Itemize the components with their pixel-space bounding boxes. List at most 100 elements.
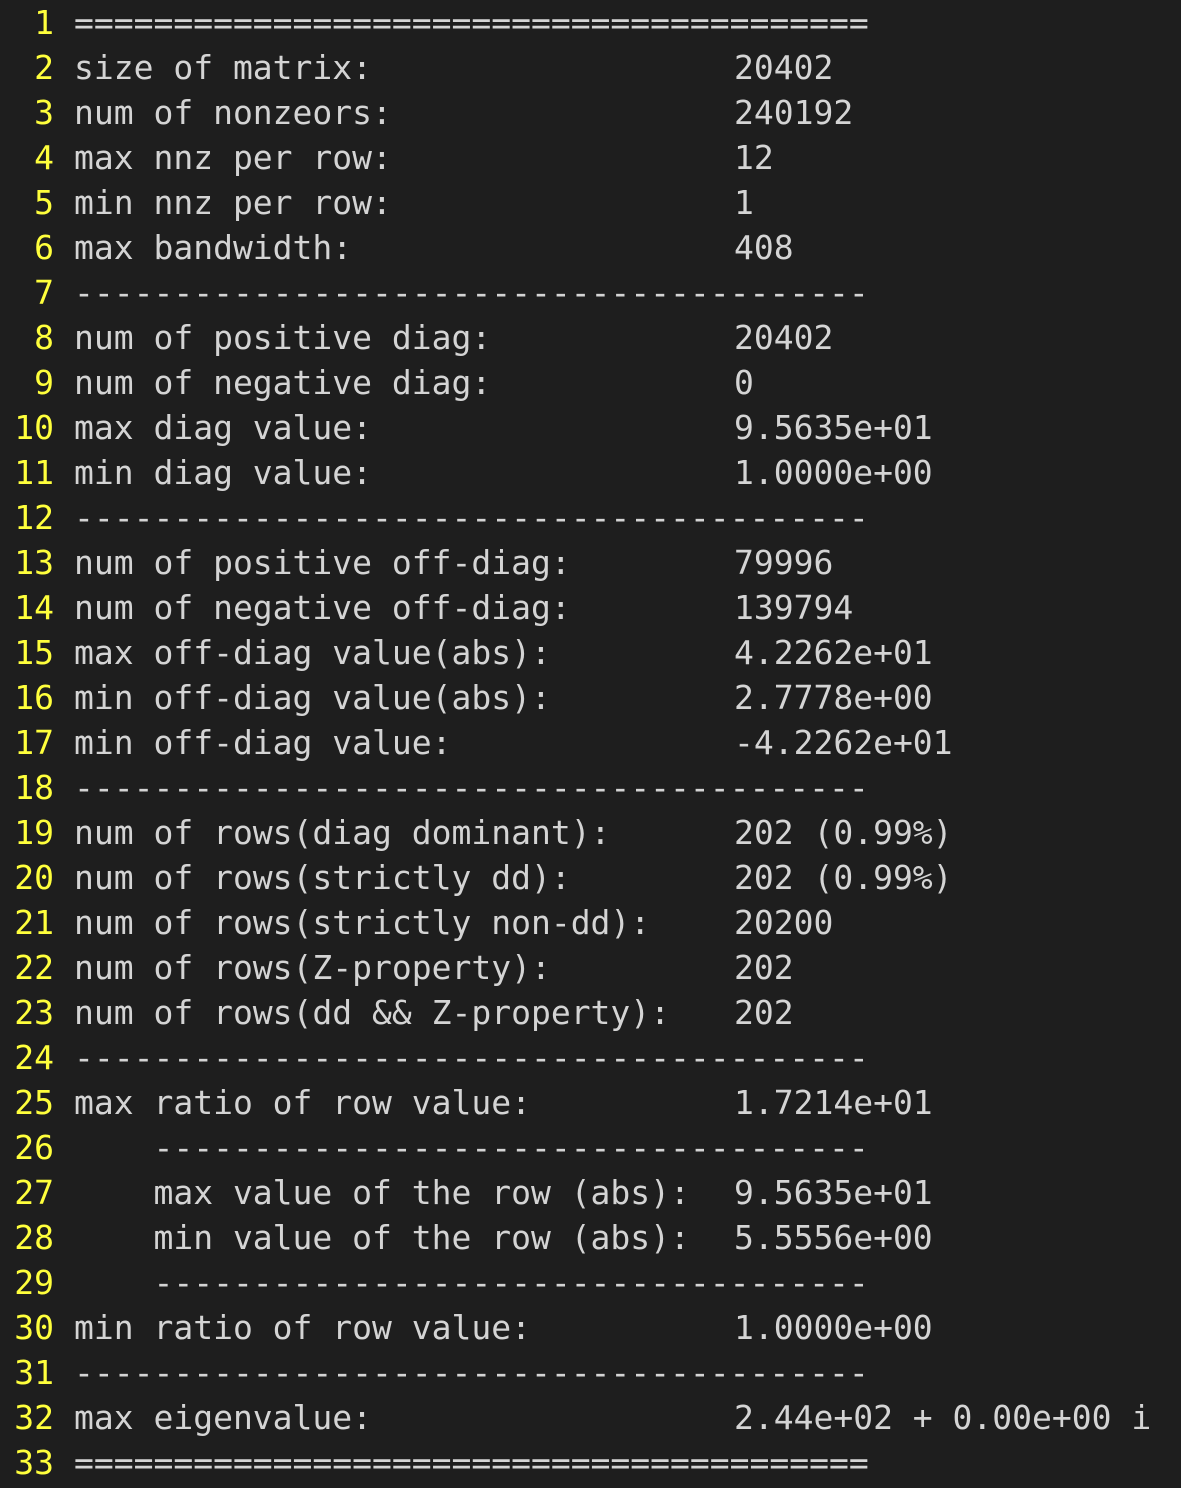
line-number: 15 xyxy=(14,633,54,672)
line-label: min nnz per row: xyxy=(74,183,392,222)
line-value: 139794 xyxy=(734,588,854,627)
line-number: 6 xyxy=(34,228,54,267)
line-number: 23 xyxy=(14,993,54,1032)
editor-line[interactable]: 1 =======================================… xyxy=(0,0,1181,45)
editor-line[interactable]: 27 max value of the row (abs): 9.5635e+01 xyxy=(0,1170,1181,1215)
line-number: 30 xyxy=(14,1308,54,1347)
line-value: 5.5556e+00 xyxy=(734,1218,933,1257)
editor-line[interactable]: 22 num of rows(Z-property): 202 xyxy=(0,945,1181,990)
editor-line[interactable]: 11 min diag value: 1.0000e+00 xyxy=(0,450,1181,495)
line-label: num of rows(strictly dd): xyxy=(74,858,571,897)
line-label: ------------------------------------ xyxy=(74,1128,869,1167)
line-number: 18 xyxy=(14,768,54,807)
line-label: min value of the row (abs): xyxy=(74,1218,690,1257)
editor-line[interactable]: 19 num of rows(diag dominant): 202 (0.99%) xyxy=(0,810,1181,855)
line-label: ---------------------------------------- xyxy=(74,273,869,312)
line-value: 202 (0.99%) xyxy=(734,813,953,852)
line-label: num of positive diag: xyxy=(74,318,492,357)
editor-line[interactable]: 9 num of negative diag: 0 xyxy=(0,360,1181,405)
line-label: num of positive off-diag: xyxy=(74,543,571,582)
line-number: 3 xyxy=(34,93,54,132)
editor-line[interactable]: 30 min ratio of row value: 1.0000e+00 xyxy=(0,1305,1181,1350)
line-number: 32 xyxy=(14,1398,54,1437)
line-number: 20 xyxy=(14,858,54,897)
editor-line[interactable]: 12 --------------------------------------… xyxy=(0,495,1181,540)
line-value: 12 xyxy=(734,138,774,177)
editor-line[interactable]: 20 num of rows(strictly dd): 202 (0.99%) xyxy=(0,855,1181,900)
line-value: 1.0000e+00 xyxy=(734,1308,933,1347)
line-label: min ratio of row value: xyxy=(74,1308,531,1347)
line-label: ---------------------------------------- xyxy=(74,498,869,537)
line-value: 202 xyxy=(734,993,794,1032)
editor-line[interactable]: 29 ------------------------------------ xyxy=(0,1260,1181,1305)
line-value: 1 xyxy=(734,183,754,222)
editor-line[interactable]: 10 max diag value: 9.5635e+01 xyxy=(0,405,1181,450)
line-label: min off-diag value(abs): xyxy=(74,678,551,717)
line-label: max ratio of row value: xyxy=(74,1083,531,1122)
line-label: num of rows(diag dominant): xyxy=(74,813,611,852)
editor-line[interactable]: 24 --------------------------------------… xyxy=(0,1035,1181,1080)
line-value: 408 xyxy=(734,228,794,267)
line-value: 9.5635e+01 xyxy=(734,1173,933,1212)
line-number: 11 xyxy=(14,453,54,492)
editor-line[interactable]: 7 ---------------------------------------… xyxy=(0,270,1181,315)
editor-line[interactable]: 18 --------------------------------------… xyxy=(0,765,1181,810)
line-label: max off-diag value(abs): xyxy=(74,633,551,672)
line-number: 24 xyxy=(14,1038,54,1077)
text-editor[interactable]: 1 =======================================… xyxy=(0,0,1181,1488)
line-label: ---------------------------------------- xyxy=(74,768,869,807)
editor-line[interactable]: 13 num of positive off-diag: 79996 xyxy=(0,540,1181,585)
line-number: 27 xyxy=(14,1173,54,1212)
editor-line[interactable]: 8 num of positive diag: 20402 xyxy=(0,315,1181,360)
line-value: -4.2262e+01 xyxy=(734,723,953,762)
line-label: max diag value: xyxy=(74,408,373,447)
line-number: 19 xyxy=(14,813,54,852)
line-number: 26 xyxy=(14,1128,54,1167)
editor-line[interactable]: 31 --------------------------------------… xyxy=(0,1350,1181,1395)
line-value: 202 xyxy=(734,948,794,987)
line-label: min diag value: xyxy=(74,453,373,492)
editor-line[interactable]: 6 max bandwidth: 408 xyxy=(0,225,1181,270)
editor-line[interactable]: 16 min off-diag value(abs): 2.7778e+00 xyxy=(0,675,1181,720)
line-label: ======================================== xyxy=(74,1443,869,1482)
line-label: num of rows(strictly non-dd): xyxy=(74,903,651,942)
line-label: ---------------------------------------- xyxy=(74,1038,869,1077)
line-number: 14 xyxy=(14,588,54,627)
line-label: min off-diag value: xyxy=(74,723,452,762)
editor-line[interactable]: 23 num of rows(dd && Z-property): 202 xyxy=(0,990,1181,1035)
line-value: 4.2262e+01 xyxy=(734,633,933,672)
line-value: 0 xyxy=(734,363,754,402)
line-number: 5 xyxy=(34,183,54,222)
editor-line[interactable]: 32 max eigenvalue: 2.44e+02 + 0.00e+00 i xyxy=(0,1395,1181,1440)
line-number: 4 xyxy=(34,138,54,177)
editor-line[interactable]: 14 num of negative off-diag: 139794 xyxy=(0,585,1181,630)
line-label: size of matrix: xyxy=(74,48,373,87)
line-label: num of rows(dd && Z-property): xyxy=(74,993,671,1032)
line-value: 1.7214e+01 xyxy=(734,1083,933,1122)
line-value: 202 (0.99%) xyxy=(734,858,953,897)
line-value: 2.44e+02 + 0.00e+00 i xyxy=(734,1398,1152,1437)
editor-line[interactable]: 4 max nnz per row: 12 xyxy=(0,135,1181,180)
editor-line[interactable]: 25 max ratio of row value: 1.7214e+01 xyxy=(0,1080,1181,1125)
editor-line[interactable]: 28 min value of the row (abs): 5.5556e+00 xyxy=(0,1215,1181,1260)
editor-line[interactable]: 5 min nnz per row: 1 xyxy=(0,180,1181,225)
line-value: 20402 xyxy=(734,48,834,87)
editor-line[interactable]: 21 num of rows(strictly non-dd): 20200 xyxy=(0,900,1181,945)
line-label: ------------------------------------ xyxy=(74,1263,869,1302)
line-number: 12 xyxy=(14,498,54,537)
editor-line[interactable]: 3 num of nonzeors: 240192 xyxy=(0,90,1181,135)
editor-line[interactable]: 26 ------------------------------------ xyxy=(0,1125,1181,1170)
line-label: max bandwidth: xyxy=(74,228,353,267)
line-value: 20200 xyxy=(734,903,834,942)
editor-line[interactable]: 15 max off-diag value(abs): 4.2262e+01 xyxy=(0,630,1181,675)
line-number: 8 xyxy=(34,318,54,357)
editor-line[interactable]: 2 size of matrix: 20402 xyxy=(0,45,1181,90)
line-label: num of negative diag: xyxy=(74,363,492,402)
editor-line[interactable]: 33 ======================================… xyxy=(0,1440,1181,1485)
editor-line[interactable]: 17 min off-diag value: -4.2262e+01 xyxy=(0,720,1181,765)
line-number: 9 xyxy=(34,363,54,402)
line-label: num of negative off-diag: xyxy=(74,588,571,627)
line-label: max eigenvalue: xyxy=(74,1398,373,1437)
line-label: max value of the row (abs): xyxy=(74,1173,690,1212)
line-number: 17 xyxy=(14,723,54,762)
